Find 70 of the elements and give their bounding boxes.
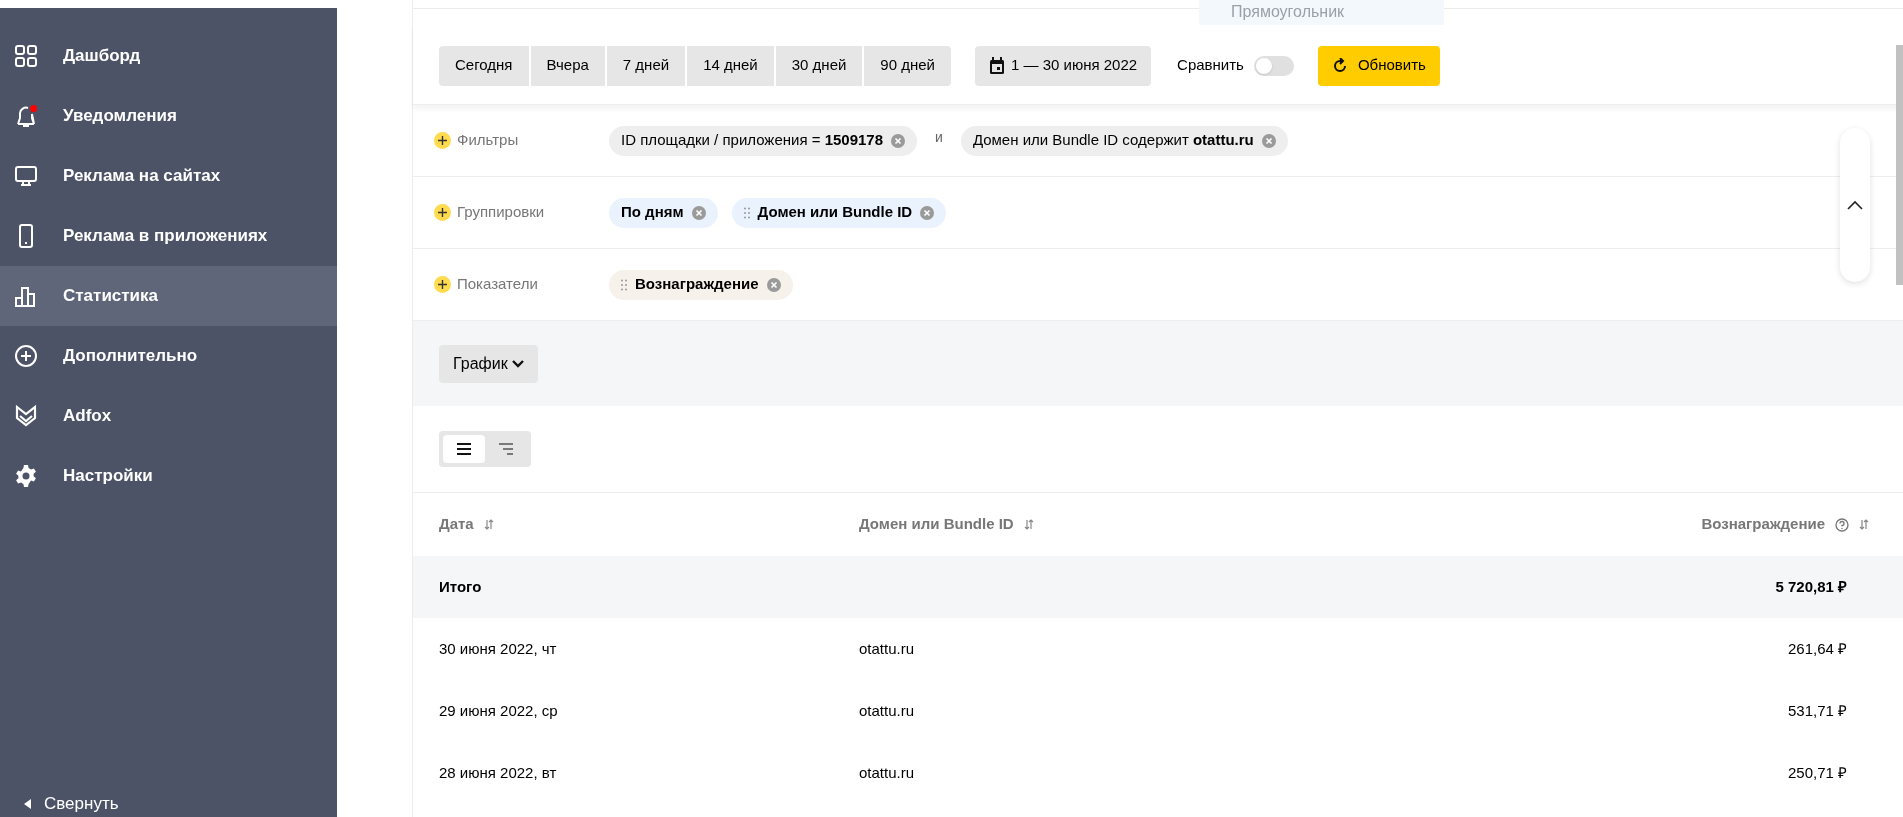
section-label: Группировки <box>457 202 546 223</box>
table-cell-text: otattu.ru <box>859 700 915 721</box>
filter-chip[interactable]: ID площадки / приложения = 1509178 <box>609 125 918 156</box>
dashboard-grid-icon <box>14 44 38 68</box>
filter-chip[interactable]: По дням <box>609 197 718 228</box>
drag-handle-icon <box>621 278 627 291</box>
joiner-text: и <box>934 128 944 147</box>
tree-list-icon <box>499 443 513 455</box>
column-header[interactable]: Вознаграждение <box>1701 513 1869 536</box>
add-button[interactable] <box>434 132 451 149</box>
remove-icon <box>691 205 706 220</box>
list-icon <box>457 443 471 455</box>
table-cell-text: Итого <box>439 576 482 597</box>
monitor-icon <box>14 164 38 188</box>
fox-head-icon <box>14 404 38 428</box>
chevron-up-icon <box>1847 200 1863 210</box>
column-header[interactable]: Домен или Bundle ID <box>859 513 1034 536</box>
section-label: Фильтры <box>457 130 520 151</box>
sidebar-item[interactable]: Статистика <box>0 266 337 326</box>
filter-chip[interactable]: Домен или Bundle ID <box>731 197 947 228</box>
settings-icon <box>14 464 38 488</box>
table-cell-text: otattu.ru <box>859 762 915 783</box>
view-mode-button[interactable] <box>443 435 485 463</box>
plus-icon <box>438 136 447 145</box>
table-cell-text: 5 720,81 ₽ <box>1775 576 1847 597</box>
sort-icon <box>1023 519 1034 530</box>
compare-toggle[interactable] <box>1253 55 1294 76</box>
period-button[interactable]: 90 дней <box>864 45 951 86</box>
sort-icon <box>1859 519 1869 530</box>
filter-chip[interactable]: Домен или Bundle ID содержит otattu.ru <box>960 125 1288 156</box>
table-cell-text: 261,64 ₽ <box>1787 638 1847 659</box>
refresh-button[interactable]: Обновить <box>1317 45 1440 86</box>
table-cell-text: 531,71 ₽ <box>1787 700 1847 721</box>
period-button[interactable]: 7 дней <box>606 45 686 86</box>
chevron-down-icon <box>511 359 524 368</box>
drag-handle-icon <box>743 206 750 219</box>
table-cell-text: otattu.ru <box>859 638 915 659</box>
period-button[interactable]: Сегодня <box>439 45 529 86</box>
remove-icon <box>891 133 906 148</box>
caret-left-icon <box>24 799 32 809</box>
add-button[interactable] <box>434 204 451 221</box>
remove-icon <box>920 205 935 220</box>
remove-icon <box>1261 133 1276 148</box>
period-button[interactable]: Вчера <box>530 45 605 86</box>
date-range-button[interactable]: 1 — 30 июня 2022 <box>974 45 1152 86</box>
scrollbar[interactable] <box>1896 45 1903 285</box>
plus-icon <box>438 208 447 217</box>
plus-circle-icon <box>14 344 38 368</box>
plus-icon <box>438 280 447 289</box>
compare-label: Сравнить <box>1177 55 1244 76</box>
add-button[interactable] <box>434 276 451 293</box>
period-button[interactable]: 14 дней <box>687 45 774 86</box>
calendar-icon <box>988 56 1005 75</box>
bell-icon <box>14 104 38 128</box>
section-label: Показатели <box>457 274 539 295</box>
bar-chart-icon <box>14 284 38 308</box>
table-cell-text: 30 июня 2022, чт <box>439 638 557 659</box>
table-cell-text: 250,71 ₽ <box>1787 762 1847 783</box>
chart-dropdown[interactable]: График <box>439 344 538 383</box>
column-header[interactable]: Дата <box>439 513 494 536</box>
help-icon <box>1835 517 1849 532</box>
sort-icon <box>483 519 494 530</box>
collapse-button[interactable]: Свернуть <box>0 793 337 815</box>
table-cell-text: 29 июня 2022, ср <box>439 700 558 721</box>
table-cell-text: 28 июня 2022, вт <box>439 762 557 783</box>
tooltip: Прямоугольник <box>1199 0 1444 25</box>
remove-icon <box>766 277 781 292</box>
period-button[interactable]: 30 дней <box>775 45 863 86</box>
refresh-icon <box>1331 57 1348 74</box>
filter-chip[interactable]: Вознаграждение <box>609 269 793 300</box>
